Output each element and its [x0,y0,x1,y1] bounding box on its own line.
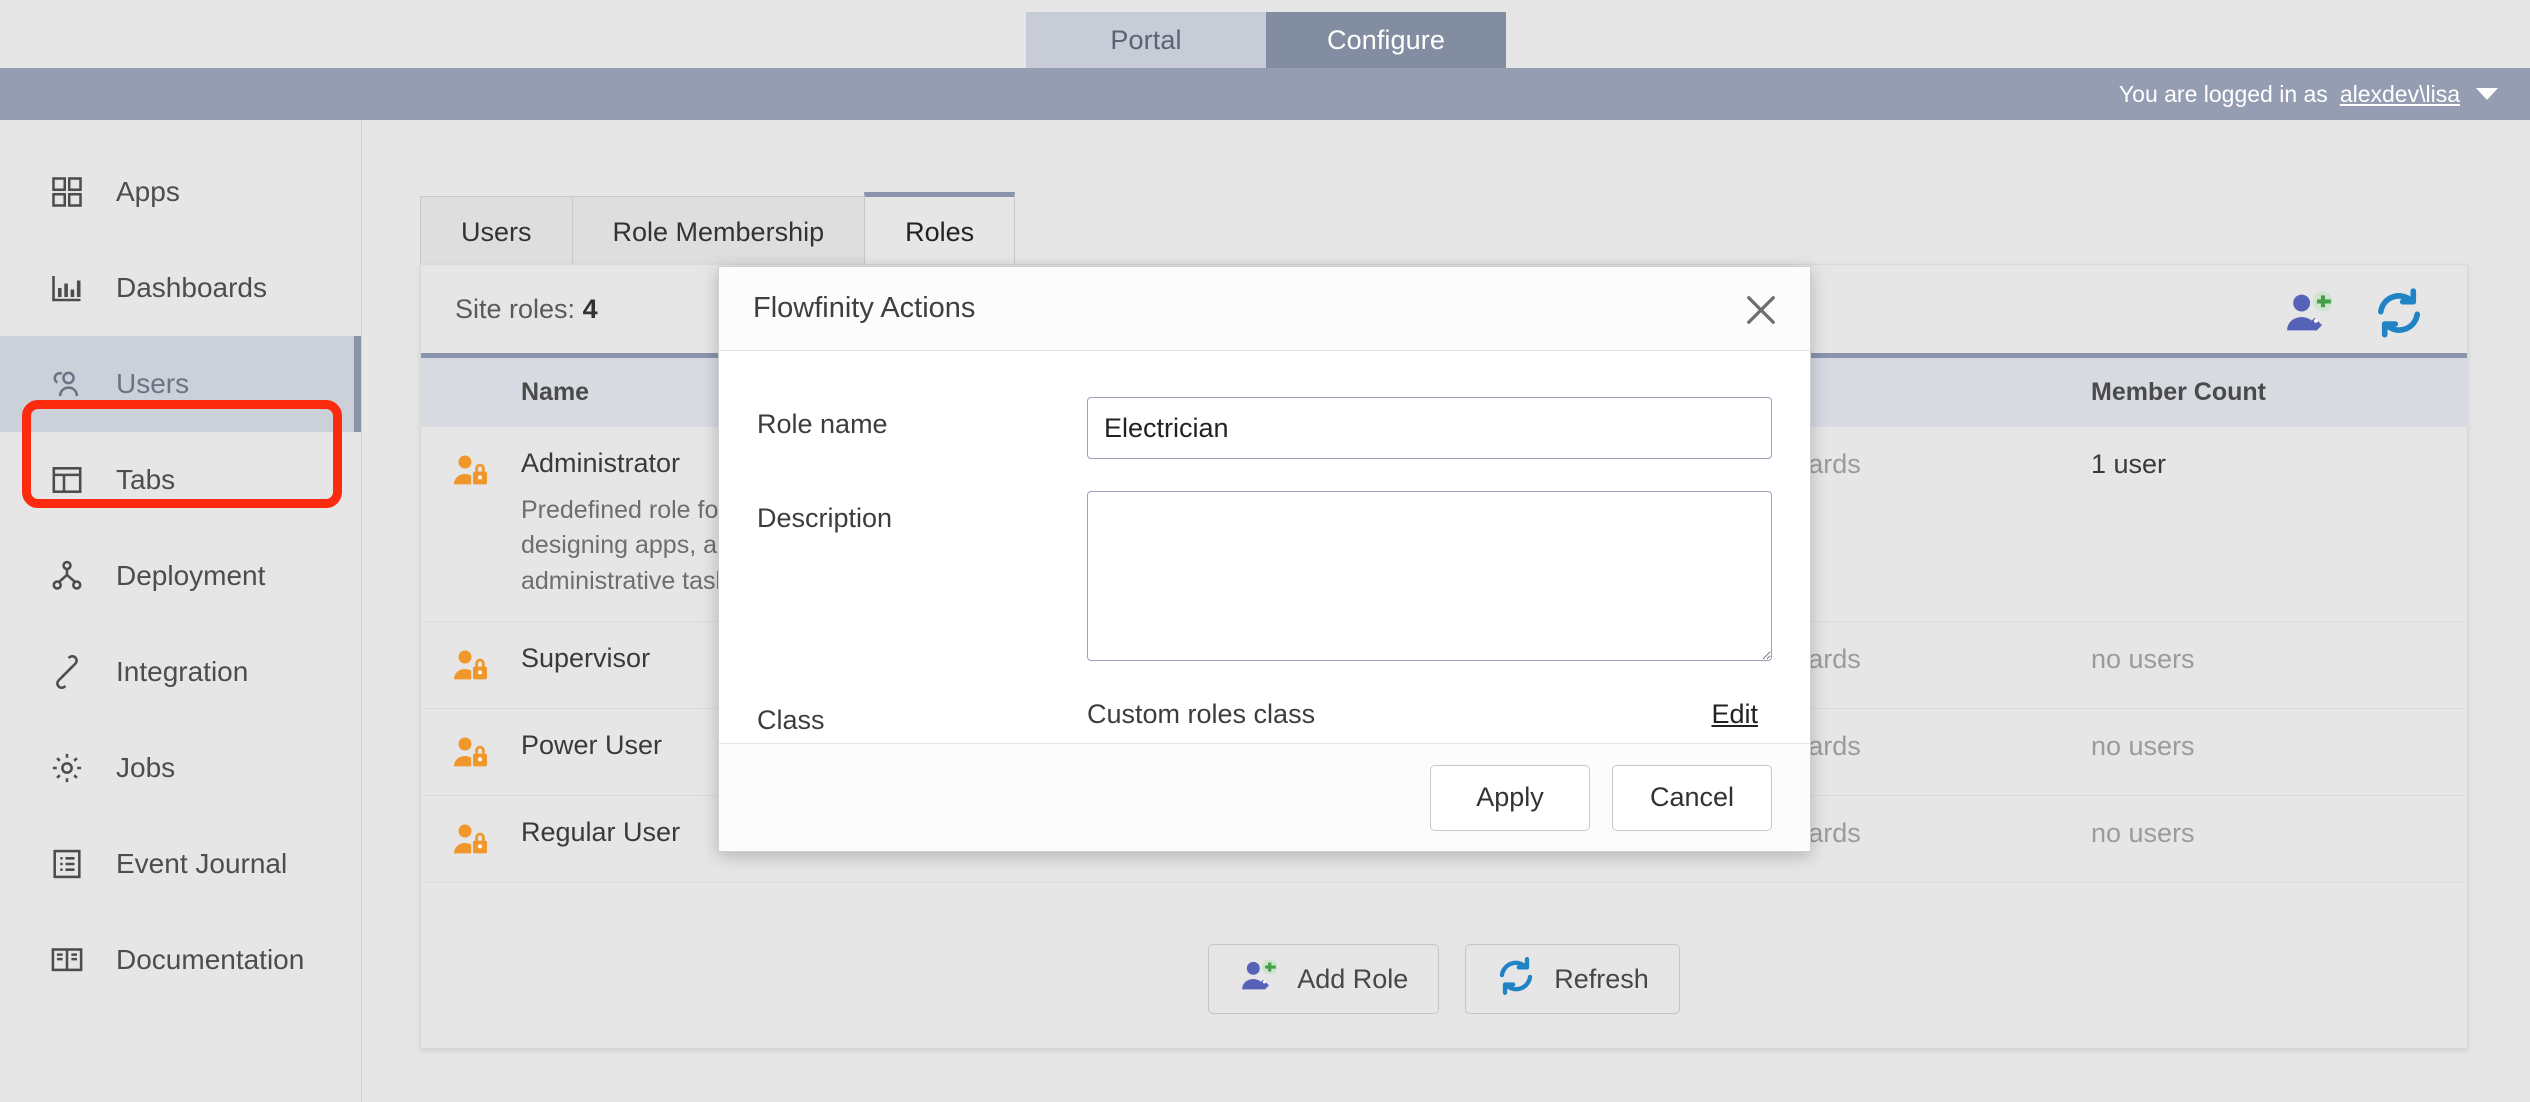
role-locked-icon [421,449,521,491]
refresh-icon [1496,956,1536,1003]
sidebar-item-label: Dashboards [116,272,267,303]
list-document-icon [48,845,86,883]
sidebar: Apps Dashboards Users Tabs Deployment In… [0,120,362,1102]
roles-panel-footer: Add Role Refresh [421,944,2467,1014]
role-name-row: Role name [757,397,1772,459]
tab-roles[interactable]: Roles [864,192,1016,268]
bar-chart-icon [48,269,86,307]
layout-panel-icon [48,461,86,499]
top-tab-portal-label: Portal [1110,24,1182,55]
role-locked-icon [421,818,521,860]
top-nav-tabs: Portal Configure [1026,12,1506,68]
sidebar-item-label: Tabs [116,464,176,495]
member-count-cell: 1 user [2091,449,2167,479]
apply-button[interactable]: Apply [1430,764,1590,831]
plug-connect-icon [48,653,86,691]
apps-grid-icon [48,173,86,211]
tab-label: Role Membership [612,217,825,247]
class-label: Class [757,705,825,735]
column-header-member-count: Member Count [2091,378,2266,406]
sidebar-item-users[interactable]: Users [0,336,361,432]
username-link[interactable]: alexdev\lisa [2340,81,2460,108]
gear-icon [48,749,86,787]
tab-label: Users [461,217,532,247]
sidebar-item-label: Users [116,368,190,399]
description-row: Description [757,491,1772,661]
close-icon[interactable] [1740,289,1782,331]
sidebar-item-label: Documentation [116,944,305,975]
class-row: Class Custom roles class Edit [757,693,1772,736]
top-tab-portal[interactable]: Portal [1026,12,1266,68]
tab-label: Roles [905,217,975,247]
flowfinity-actions-dialog: Flowfinity Actions Role name Description… [718,266,1811,852]
site-roles-value: 4 [582,293,598,324]
header-icon-spacer [421,392,521,394]
tab-role-membership[interactable]: Role Membership [571,196,866,268]
top-tab-configure[interactable]: Configure [1266,12,1506,68]
share-nodes-icon [48,557,86,595]
role-name-label: Role name [757,409,888,439]
sidebar-item-dashboards[interactable]: Dashboards [0,240,361,336]
sidebar-item-deployment[interactable]: Deployment [0,528,361,624]
chevron-down-icon[interactable] [2476,88,2498,100]
dialog-header: Flowfinity Actions [719,267,1810,351]
member-count-cell: no users [2091,818,2195,849]
sidebar-item-jobs[interactable]: Jobs [0,720,361,816]
member-count-cell: no users [2091,731,2195,762]
sidebar-item-apps[interactable]: Apps [0,144,361,240]
refresh-button[interactable]: Refresh [1465,944,1680,1014]
content-tabs: Users Role Membership Roles [420,192,1016,268]
sidebar-item-event-journal[interactable]: Event Journal [0,816,361,912]
description-textarea[interactable] [1087,491,1772,661]
sidebar-item-label: Event Journal [116,848,288,879]
role-name-input[interactable] [1087,397,1772,459]
refresh-label: Refresh [1554,963,1649,994]
sidebar-item-label: Apps [116,176,180,207]
tab-users[interactable]: Users [420,196,573,268]
sidebar-item-label: Deployment [116,560,266,591]
top-tab-configure-label: Configure [1327,24,1445,55]
role-locked-icon [421,731,521,773]
description-label: Description [757,503,893,533]
dialog-footer: Apply Cancel [719,743,1810,851]
dialog-body: Role name Description Class Custom roles… [719,351,1810,736]
sidebar-item-integration[interactable]: Integration [0,624,361,720]
sidebar-item-label: Jobs [116,752,176,783]
top-bar: Portal Configure [0,0,2530,68]
add-role-icon [1239,956,1279,1003]
cancel-button[interactable]: Cancel [1612,764,1772,831]
users-icon [48,365,86,403]
dialog-title: Flowfinity Actions [753,292,976,324]
role-locked-icon [421,644,521,686]
sidebar-item-documentation[interactable]: Documentation [0,912,361,1008]
open-book-icon [48,941,86,979]
sidebar-item-label: Integration [116,656,249,687]
class-edit-link[interactable]: Edit [1711,699,1758,730]
logged-in-prefix: You are logged in as [2118,80,2328,107]
sidebar-item-tabs[interactable]: Tabs [0,432,361,528]
class-value: Custom roles class [1087,699,1316,729]
add-role-label: Add Role [1297,963,1409,994]
user-bar: You are logged in as alexdev\lisa [0,68,2530,120]
site-roles-label: Site roles: [455,293,576,324]
add-role-button[interactable]: Add Role [1208,944,1440,1014]
member-count-cell: no users [2091,644,2195,675]
site-roles-count: Site roles: 4 [455,294,598,325]
add-role-icon[interactable] [2283,287,2335,339]
refresh-icon[interactable] [2373,287,2425,339]
roles-toolbar [2283,287,2425,339]
